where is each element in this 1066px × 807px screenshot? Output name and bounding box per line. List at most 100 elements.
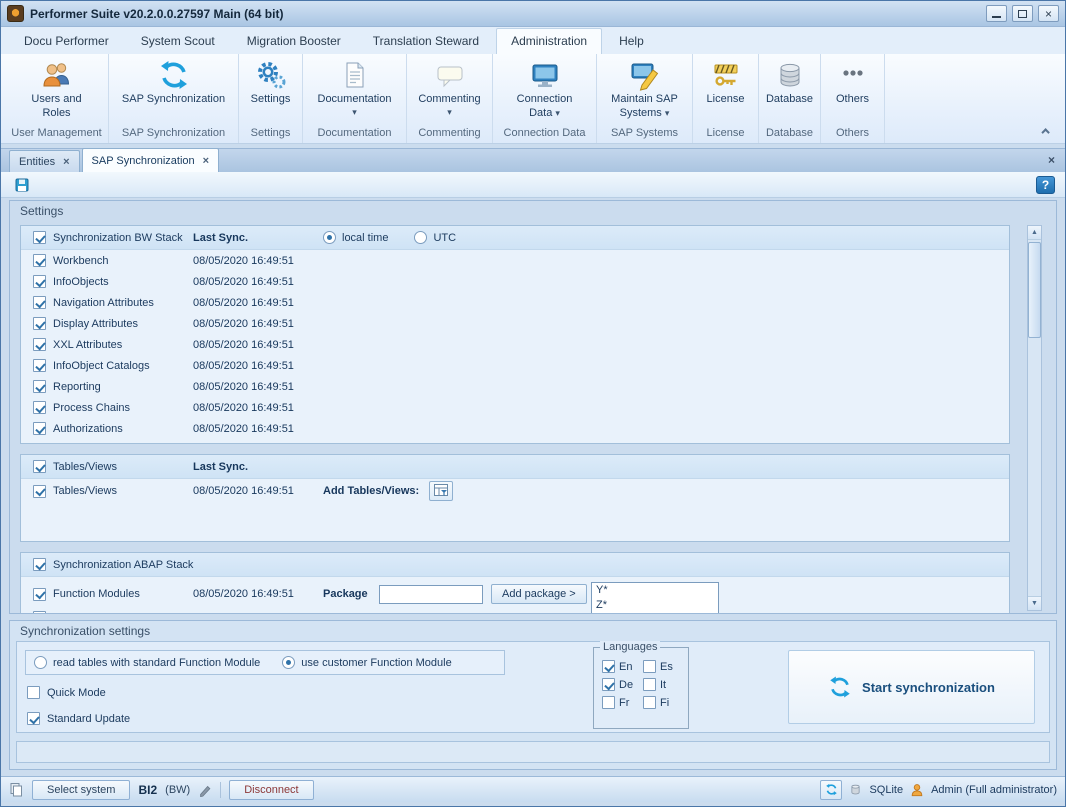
abap-stack-checkbox[interactable] [33,558,46,571]
tabstrip-close-button[interactable]: × [1048,153,1055,167]
ribbon-collapse-button[interactable] [1039,124,1055,138]
comment-icon [434,59,466,91]
sap-synchronization-button[interactable]: SAP Synchronization [109,54,238,126]
scroll-down-arrow[interactable]: ▼ [1028,596,1041,610]
language-fr-checkbox[interactable] [602,696,615,709]
ribbon-group-caption: User Management [5,126,108,143]
tab-sap-synchronization[interactable]: SAP Synchronization × [82,148,220,172]
menu-tab-administration[interactable]: Administration [496,28,602,54]
infoobject-catalogs-checkbox[interactable] [33,359,46,372]
database-button[interactable]: Database [759,54,820,126]
standard-update-checkbox[interactable] [27,712,40,725]
utc-radio[interactable] [414,231,427,244]
edit-connection-icon[interactable] [198,783,212,797]
connection-data-button[interactable]: Connection Data ▾ [493,54,596,126]
license-button[interactable]: License [693,54,758,126]
last-sync-value: 08/05/2020 16:49:51 [193,423,323,435]
sync-row: Function Modules 08/05/2020 16:49:51 Pac… [21,581,1009,607]
menu-tab-help[interactable]: Help [604,28,659,54]
ribbon-group-caption: Settings [239,126,302,143]
last-sync-value: 08/05/2020 16:49:51 [193,276,323,288]
menu-tab-docu-performer[interactable]: Docu Performer [9,28,124,54]
tab-entities[interactable]: Entities × [9,150,80,172]
vertical-scrollbar[interactable]: ▲ ▼ [1027,225,1042,611]
scrollbar-thumb[interactable] [1028,242,1041,338]
standard-function-module-radio[interactable] [34,656,47,669]
row-label: Tables/Views [53,485,193,497]
table-filter-icon [433,483,449,499]
settings-caption: Settings [10,201,1056,221]
close-tab-icon[interactable]: × [63,156,69,168]
tables-views-section-checkbox[interactable] [33,460,46,473]
sync-row: InfoObject Catalogs 08/05/2020 16:49:51 [21,355,1009,376]
ellipsis-icon [837,59,869,91]
languages-groupbox: Languages En Es De It [593,647,689,729]
maximize-button[interactable] [1012,5,1033,22]
monitor-icon [529,59,561,91]
tables-views-section: Tables/Views Last Sync. Tables/Views 08/… [20,454,1010,542]
local-time-radio[interactable] [323,231,336,244]
authorizations-checkbox[interactable] [33,422,46,435]
language-en-checkbox[interactable] [602,660,615,673]
ribbon-group-commenting: Commenting ▾ Commenting [407,54,493,143]
process-chains-checkbox[interactable] [33,401,46,414]
menu-tab-translation-steward[interactable]: Translation Steward [358,28,494,54]
section-title: Synchronization BW Stack [53,232,193,244]
quick-mode-checkbox[interactable] [27,686,40,699]
ribbon-group-user-management: Users and Roles User Management [5,54,109,143]
menu-tab-system-scout[interactable]: System Scout [126,28,230,54]
languages-legend: Languages [600,641,660,653]
last-sync-column-header: Last Sync. [193,461,323,473]
documentation-button[interactable]: Documentation ▾ [303,54,406,126]
xxl-attributes-checkbox[interactable] [33,338,46,351]
sync-row: Process Chains 08/05/2020 16:49:51 [21,397,1009,418]
reports-checkbox[interactable] [33,611,46,613]
bw-stack-checkbox[interactable] [33,231,46,244]
tables-views-checkbox[interactable] [33,485,46,498]
minimize-button[interactable] [986,5,1007,22]
commenting-button[interactable]: Commenting ▾ [407,54,492,126]
ribbon-group-caption: Documentation [303,126,406,143]
users-and-roles-button[interactable]: Users and Roles [5,54,108,126]
divider [220,782,221,798]
help-button[interactable]: ? [1036,176,1055,194]
disconnect-button[interactable]: Disconnect [229,780,313,800]
maintain-sap-systems-button[interactable]: Maintain SAP Systems ▾ [597,54,692,126]
status-bar: Select system BI2 (BW) Disconnect SQLite… [1,776,1065,802]
select-system-button[interactable]: Select system [32,780,130,800]
others-button[interactable]: Others [821,54,884,126]
sync-row: Reports 08/05/2020 16:49:51 [21,607,1009,613]
language-de-checkbox[interactable] [602,678,615,691]
language-it-checkbox[interactable] [643,678,656,691]
ribbon-item-label: Others [836,93,869,107]
function-modules-checkbox[interactable] [33,588,46,601]
save-button[interactable] [11,175,33,195]
language-fi-checkbox[interactable] [643,696,656,709]
add-package-button[interactable]: Add package > [491,584,587,604]
close-button[interactable]: × [1038,5,1059,22]
infoobjects-checkbox[interactable] [33,275,46,288]
scroll-up-arrow[interactable]: ▲ [1028,226,1041,240]
ribbon-group-connection-data: Connection Data ▾ Connection Data [493,54,597,143]
close-tab-icon[interactable]: × [203,155,209,167]
ribbon-group-sap-systems: Maintain SAP Systems ▾ SAP Systems [597,54,693,143]
package-list-item[interactable]: Y* [592,583,718,598]
reporting-checkbox[interactable] [33,380,46,393]
language-row: Es [643,660,684,673]
workbench-checkbox[interactable] [33,254,46,267]
display-attributes-checkbox[interactable] [33,317,46,330]
start-synchronization-button[interactable]: Start synchronization [788,650,1035,724]
window-controls: × [986,5,1059,22]
settings-button[interactable]: Settings [239,54,302,126]
refresh-connection-button[interactable] [820,780,842,800]
customer-function-module-radio[interactable] [282,656,295,669]
menu-tab-migration-booster[interactable]: Migration Booster [232,28,356,54]
ribbon-item-label: Database [766,93,813,107]
language-es-checkbox[interactable] [643,660,656,673]
navigation-attributes-checkbox[interactable] [33,296,46,309]
package-list-item[interactable]: Z* [592,598,718,613]
ribbon-group-database: Database Database [759,54,821,143]
package-input[interactable] [379,585,483,604]
package-list[interactable]: Y* Z* [591,582,719,613]
add-tables-views-button[interactable] [429,481,453,501]
